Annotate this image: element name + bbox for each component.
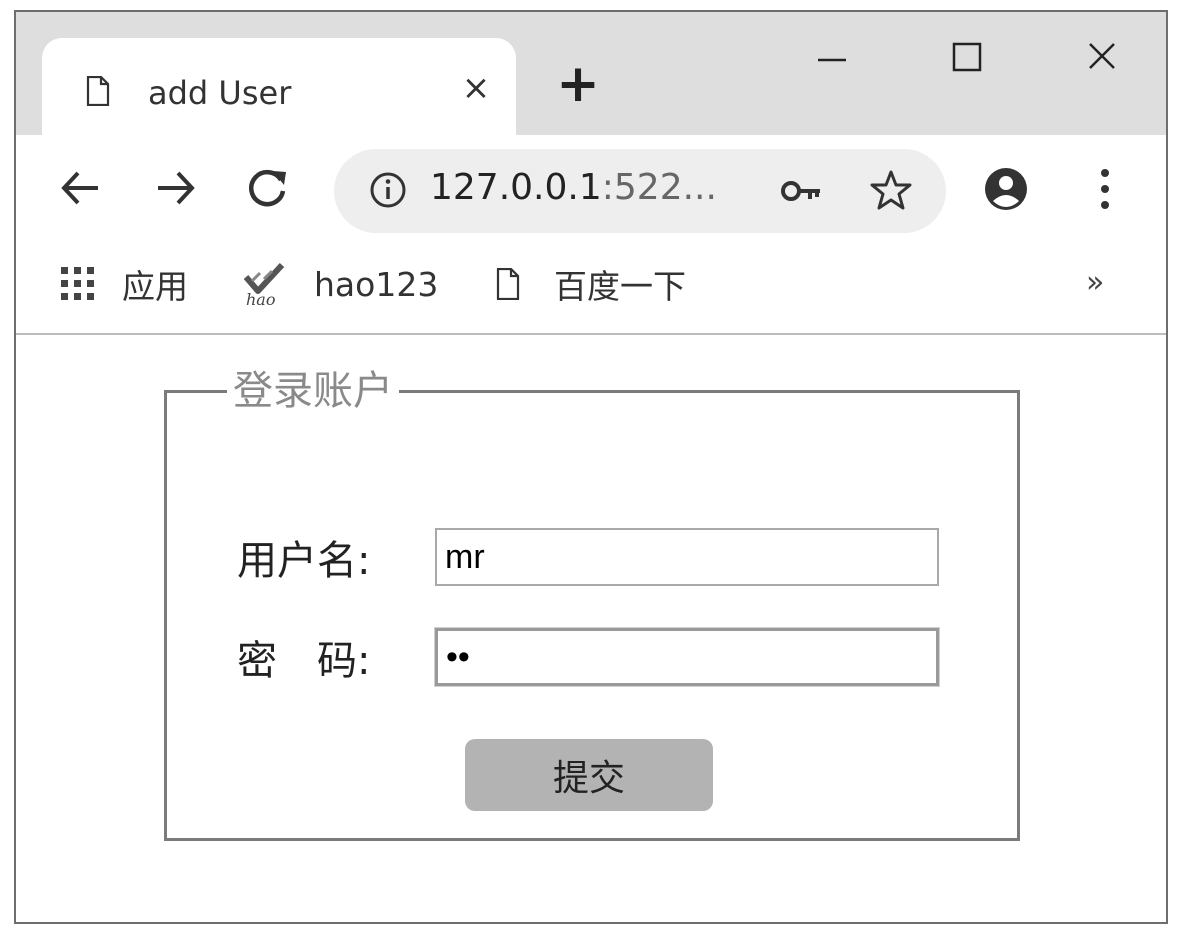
page-icon bbox=[496, 267, 520, 301]
url-host: 127.0.0.1 bbox=[430, 167, 602, 208]
browser-toolbar: 127.0.0.1:522... bbox=[16, 135, 1166, 235]
bookmark-baidu[interactable]: 百度一下 bbox=[496, 259, 686, 309]
address-bar[interactable]: 127.0.0.1:522... bbox=[334, 149, 946, 233]
username-row: 用户名: bbox=[237, 527, 939, 587]
tab-close-icon[interactable]: × bbox=[456, 68, 496, 108]
bookmarks-bar: 应用 hao hao123 百度一下 » bbox=[16, 235, 1166, 335]
account-icon[interactable] bbox=[982, 165, 1030, 213]
svg-text:hao: hao bbox=[246, 290, 275, 307]
login-legend: 登录账户 bbox=[233, 368, 393, 414]
browser-window: add User × + 127.0.0.1:522... 应用 hao hao… bbox=[14, 10, 1168, 924]
url-text[interactable]: 127.0.0.1:522... bbox=[430, 167, 717, 208]
username-input[interactable] bbox=[435, 528, 939, 586]
hao123-icon: hao bbox=[242, 261, 294, 309]
url-port: :522... bbox=[601, 167, 717, 208]
star-icon[interactable] bbox=[868, 167, 914, 213]
bookmark-apps[interactable]: 应用 bbox=[60, 259, 188, 309]
back-arrow-icon[interactable] bbox=[56, 163, 106, 213]
tab-title: add User bbox=[148, 74, 292, 112]
tab-strip: add User × + bbox=[16, 12, 1166, 148]
bookmark-label: 百度一下 bbox=[554, 267, 686, 306]
bookmarks-overflow-button[interactable]: » bbox=[1086, 265, 1104, 300]
bookmark-label: 应用 bbox=[122, 267, 188, 306]
page-icon bbox=[86, 75, 110, 107]
bookmark-label: hao123 bbox=[314, 264, 439, 304]
reload-icon[interactable] bbox=[242, 163, 292, 213]
key-icon[interactable] bbox=[780, 171, 824, 211]
submit-button[interactable]: 提交 bbox=[465, 739, 713, 811]
apps-grid-icon bbox=[60, 266, 96, 302]
info-icon[interactable] bbox=[368, 170, 408, 210]
new-tab-button[interactable]: + bbox=[554, 58, 602, 110]
password-row: 密 码: bbox=[237, 627, 939, 687]
maximize-icon[interactable] bbox=[936, 28, 996, 88]
password-input[interactable] bbox=[435, 628, 939, 686]
login-fieldset: 登录账户 用户名: 密 码: 提交 bbox=[164, 371, 1020, 841]
minimize-icon[interactable] bbox=[802, 28, 862, 88]
tab-add-user[interactable]: add User × bbox=[42, 38, 516, 148]
page-content: 登录账户 用户名: 密 码: 提交 bbox=[16, 335, 1166, 922]
bookmark-hao123[interactable]: hao hao123 bbox=[242, 259, 438, 309]
password-label: 密 码: bbox=[237, 638, 371, 684]
username-label: 用户名: bbox=[237, 538, 371, 584]
close-icon[interactable] bbox=[1072, 28, 1132, 88]
more-vert-icon[interactable] bbox=[1090, 165, 1120, 213]
forward-arrow-icon[interactable] bbox=[150, 163, 200, 213]
